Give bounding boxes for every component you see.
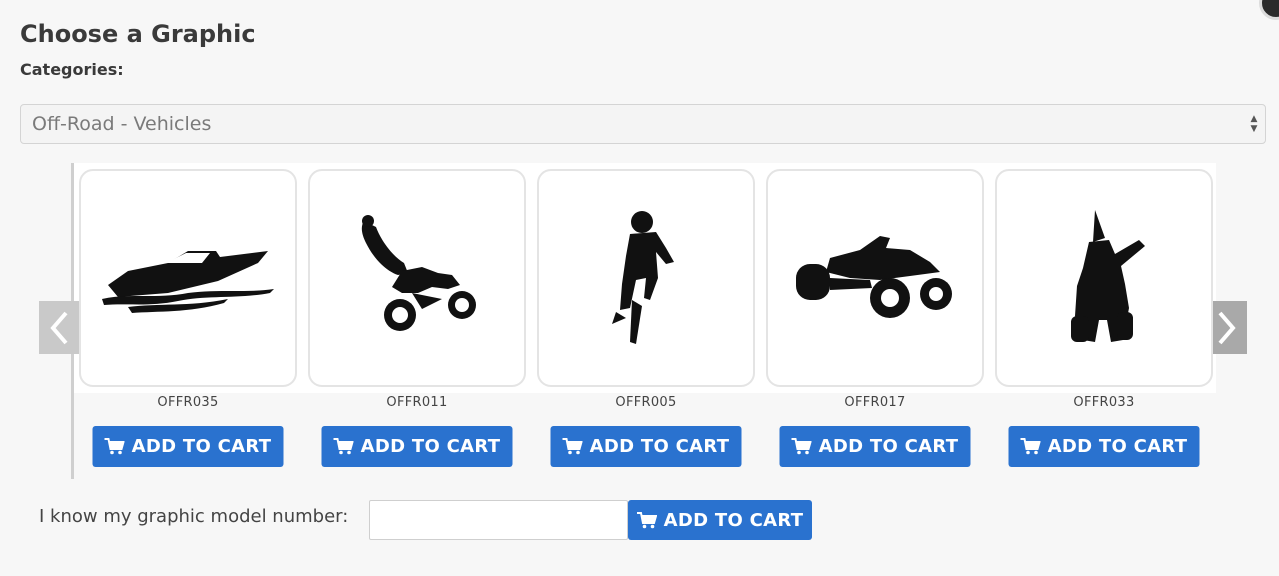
cart-icon <box>333 438 354 455</box>
close-dialog-button[interactable] <box>1259 0 1279 20</box>
speedboat-icon <box>102 251 274 313</box>
motocross-stunt-icon <box>361 215 476 331</box>
graphic-item: OFFR005 ADD TO CART <box>537 169 755 467</box>
categories-label: Categories: <box>20 60 124 79</box>
chevron-left-icon <box>50 311 68 344</box>
add-to-cart-label: ADD TO CART <box>360 436 501 457</box>
graphic-item: OFFR033 ADD TO CART <box>995 169 1213 467</box>
model-number-input[interactable] <box>369 500 628 540</box>
model-number-label: I know my graphic model number: <box>39 506 349 527</box>
dirt-bike-rider-icon <box>612 211 674 344</box>
graphic-thumbnail[interactable] <box>766 169 984 387</box>
model-add-to-cart-button[interactable]: ADD TO CART <box>628 500 812 540</box>
category-select-value: Off-Road - Vehicles <box>32 113 212 135</box>
add-to-cart-button[interactable]: ADD TO CART <box>321 426 513 467</box>
graphic-item: OFFR035 ADD TO CART <box>79 169 297 467</box>
atv-quad-icon <box>796 236 952 318</box>
graphic-thumbnail[interactable] <box>308 169 526 387</box>
select-arrows-icon: ▲ ▼ <box>1250 114 1258 134</box>
add-to-cart-button[interactable]: ADD TO CART <box>92 426 284 467</box>
graphic-item: OFFR011 ADD TO CART <box>308 169 526 467</box>
graphic-code: OFFR011 <box>386 395 448 410</box>
graphic-code: OFFR005 <box>615 395 677 410</box>
cart-icon <box>1020 438 1041 455</box>
add-to-cart-label: ADD TO CART <box>818 436 959 457</box>
graphic-item: OFFR017 ADD TO CART <box>766 169 984 467</box>
carousel-next-button[interactable] <box>1207 301 1247 354</box>
dialog-title: Choose a Graphic <box>20 20 256 48</box>
add-to-cart-label: ADD TO CART <box>1047 436 1188 457</box>
add-to-cart-label: ADD TO CART <box>589 436 730 457</box>
graphic-code: OFFR033 <box>1073 395 1135 410</box>
atv-rider-icon <box>1071 210 1145 342</box>
cart-icon <box>104 438 125 455</box>
add-to-cart-button[interactable]: ADD TO CART <box>779 426 971 467</box>
category-select[interactable]: Off-Road - Vehicles ▲ ▼ <box>20 104 1266 144</box>
graphic-code: OFFR035 <box>157 395 219 410</box>
add-to-cart-button[interactable]: ADD TO CART <box>550 426 742 467</box>
add-to-cart-label: ADD TO CART <box>131 436 272 457</box>
add-to-cart-button[interactable]: ADD TO CART <box>1008 426 1200 467</box>
cart-icon <box>562 438 583 455</box>
add-to-cart-label: ADD TO CART <box>663 509 804 531</box>
chevron-right-icon <box>1218 311 1236 344</box>
cart-icon <box>791 438 812 455</box>
graphic-thumbnail[interactable] <box>995 169 1213 387</box>
graphic-thumbnail[interactable] <box>537 169 755 387</box>
cart-icon <box>636 511 657 528</box>
graphic-code: OFFR017 <box>844 395 906 410</box>
carousel-prev-button[interactable] <box>39 301 79 354</box>
graphic-thumbnail[interactable] <box>79 169 297 387</box>
